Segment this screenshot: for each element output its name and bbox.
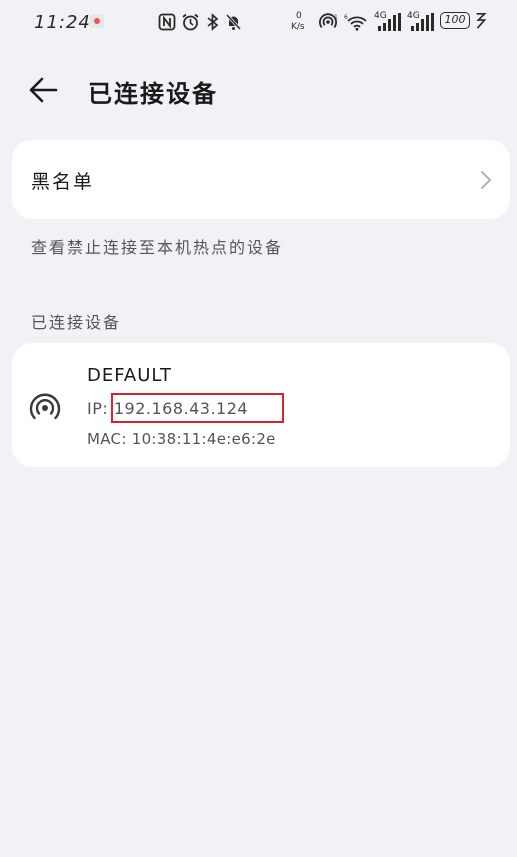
chevron-right-icon <box>481 171 491 189</box>
device-mac-label: MAC: <box>87 430 132 448</box>
page-title: 已连接设备 <box>88 80 218 108</box>
ip-highlight-box <box>111 393 284 423</box>
alarm-icon <box>182 13 199 31</box>
svg-text:6: 6 <box>344 14 348 21</box>
charging-icon <box>476 12 487 29</box>
status-bar: 11:24 0 K/s 1 6 4G 4G 100 <box>0 0 517 46</box>
device-mac-value: 10:38:11:4e:e6:2e <box>131 430 276 448</box>
nfc-icon <box>158 13 176 31</box>
battery-indicator: 100 <box>440 12 470 29</box>
back-button[interactable] <box>26 72 66 108</box>
net-speed-unit: K/s <box>291 22 305 32</box>
blacklist-item[interactable]: 黑名单 <box>12 140 510 219</box>
device-ip-label: IP: <box>87 399 114 418</box>
status-time: 11:24 <box>34 12 91 33</box>
svg-text:1: 1 <box>334 14 337 20</box>
hotspot-icon <box>29 393 61 420</box>
notification-icon <box>90 14 104 28</box>
bluetooth-icon <box>207 13 219 31</box>
blacklist-hint: 查看禁止连接至本机热点的设备 <box>31 238 284 257</box>
mute-icon <box>225 13 242 31</box>
signal-strength-icon <box>411 13 434 31</box>
hotspot-status-icon: 1 <box>319 13 338 28</box>
blacklist-label: 黑名单 <box>31 171 95 193</box>
connected-section-title: 已连接设备 <box>31 313 122 332</box>
back-arrow-icon <box>29 77 58 103</box>
wifi-icon: 6 <box>344 14 367 31</box>
device-mac: MAC: 10:38:11:4e:e6:2e <box>87 430 276 448</box>
net-speed-value: 0 <box>296 11 302 21</box>
signal-strength-icon <box>378 13 401 31</box>
device-name: DEFAULT <box>87 365 172 386</box>
